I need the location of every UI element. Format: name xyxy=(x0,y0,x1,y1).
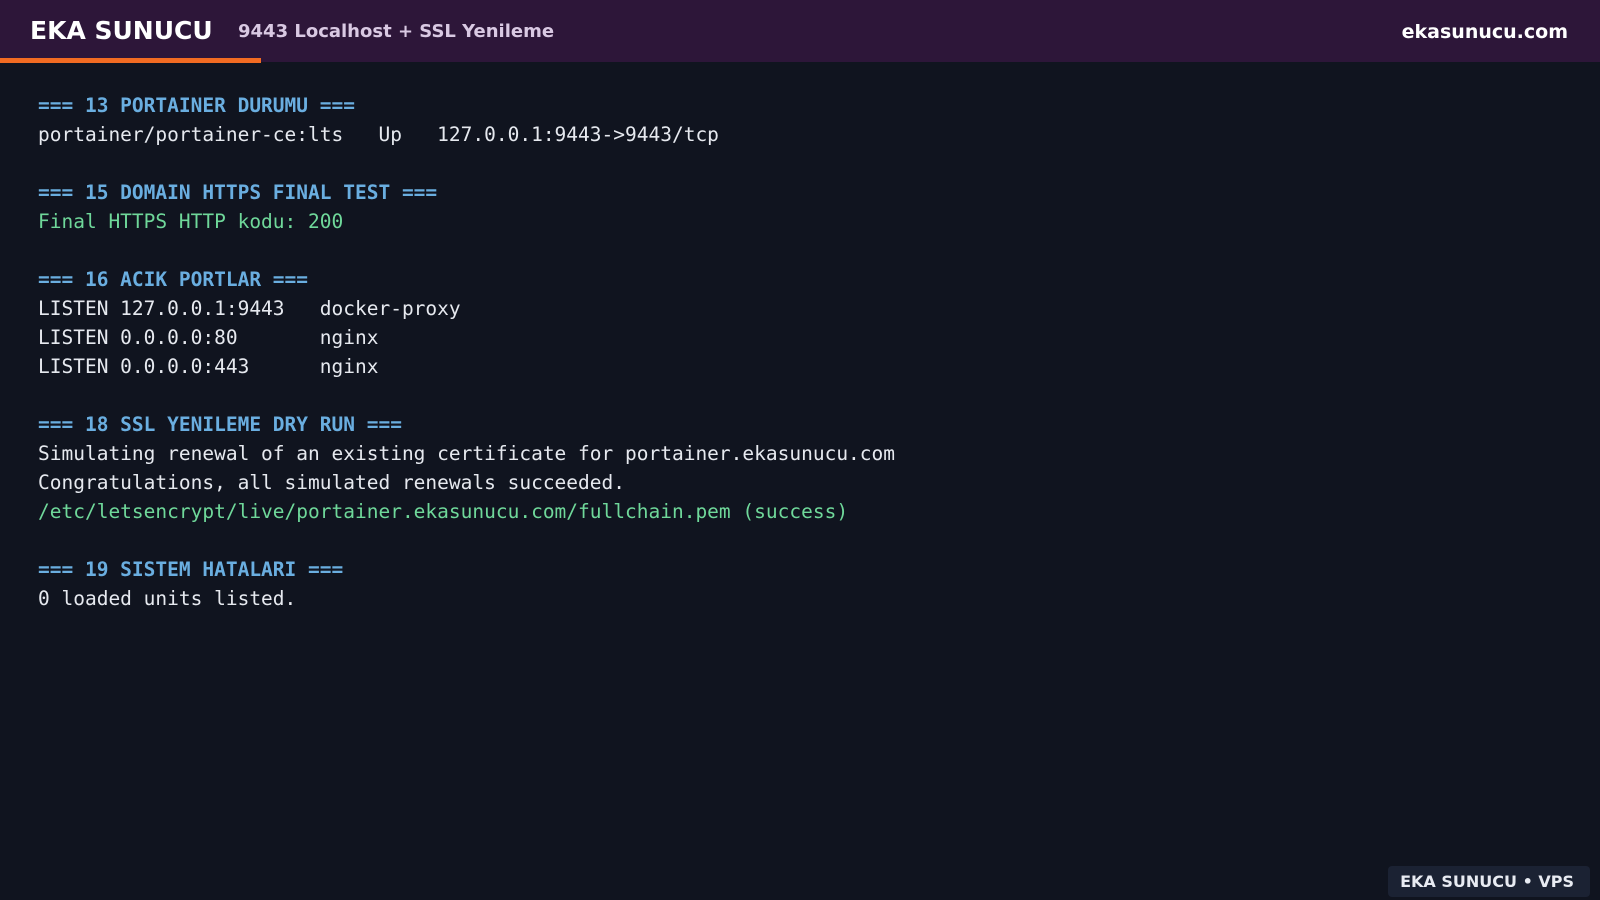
terminal-output: === 13 PORTAINER DURUMU === portainer/por… xyxy=(38,91,895,613)
footer-badge: EKA SUNUCU • VPS xyxy=(1388,866,1590,897)
page-subtitle: 9443 Localhost + SSL Yenileme xyxy=(238,21,555,42)
output-line: 0 loaded units listed. xyxy=(38,587,297,610)
blank-line xyxy=(38,149,895,178)
accent-underline xyxy=(0,58,261,63)
success-line: Final HTTPS HTTP kodu: 200 xyxy=(38,210,344,233)
section-header: === 13 PORTAINER DURUMU === xyxy=(38,94,355,117)
site-domain: ekasunucu.com xyxy=(1401,21,1568,43)
section-header: === 18 SSL YENILEME DRY RUN === xyxy=(38,413,402,436)
output-line: LISTEN 0.0.0.0:443 nginx xyxy=(38,355,379,378)
brand-title: EKA SUNUCU xyxy=(30,16,213,45)
output-line: LISTEN 127.0.0.1:9443 docker-proxy xyxy=(38,297,461,320)
section-header: === 16 ACIK PORTLAR === xyxy=(38,268,309,291)
slide-page: EKA SUNUCU 9443 Localhost + SSL Yenileme… xyxy=(0,0,1600,900)
success-line: /etc/letsencrypt/live/portainer.ekasunuc… xyxy=(38,500,849,523)
output-line: Congratulations, all simulated renewals … xyxy=(38,471,625,494)
section-header: === 19 SISTEM HATALARI === xyxy=(38,558,344,581)
top-header-bar: EKA SUNUCU 9443 Localhost + SSL Yenileme… xyxy=(0,0,1600,62)
output-line: portainer/portainer-ce:lts Up 127.0.0.1:… xyxy=(38,123,719,146)
section-header: === 15 DOMAIN HTTPS FINAL TEST === xyxy=(38,181,438,204)
blank-line xyxy=(38,236,895,265)
blank-line xyxy=(38,526,895,555)
blank-line xyxy=(38,381,895,410)
output-line: Simulating renewal of an existing certif… xyxy=(38,442,896,465)
output-line: LISTEN 0.0.0.0:80 nginx xyxy=(38,326,379,349)
